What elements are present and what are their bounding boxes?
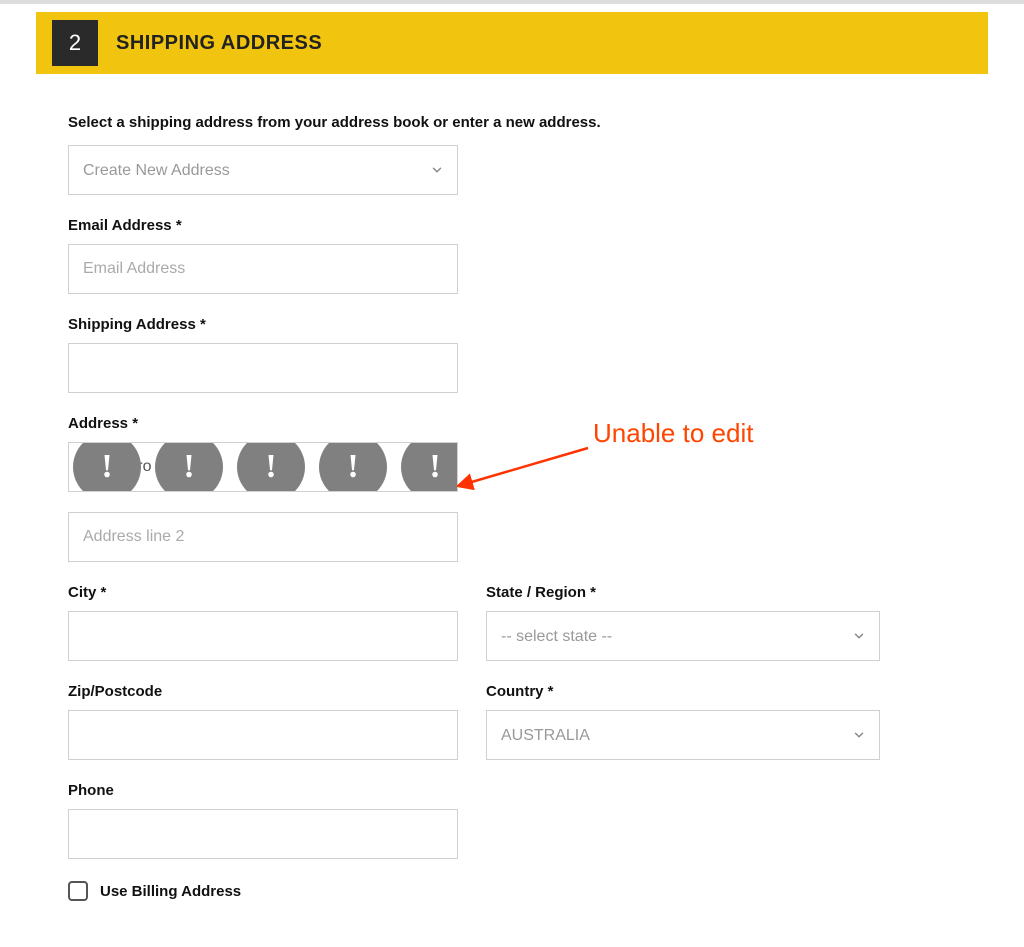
- country-select[interactable]: AUSTRALIA: [486, 710, 880, 760]
- warning-bubble-icon: !: [319, 442, 387, 492]
- city-field[interactable]: [68, 611, 458, 661]
- phone-group: Phone: [68, 782, 956, 859]
- address-line2-field[interactable]: [68, 512, 458, 562]
- use-billing-label: Use Billing Address: [100, 883, 241, 900]
- warning-bubble-icon: !: [237, 442, 305, 492]
- warning-bubbles: ! ! ! ! ! !: [73, 442, 458, 492]
- city-label: City *: [68, 584, 458, 601]
- zip-field[interactable]: [68, 710, 458, 760]
- shipping-address-field[interactable]: [68, 343, 458, 393]
- warning-bubble-icon: !: [401, 442, 458, 492]
- use-billing-row: Use Billing Address: [68, 881, 956, 901]
- address-group: Address * Se ng yro ! ! ! ! ! !: [68, 415, 956, 562]
- zip-label: Zip/Postcode: [68, 683, 458, 700]
- address-book-select[interactable]: Create New Address: [68, 145, 458, 195]
- state-select[interactable]: -- select state --: [486, 611, 880, 661]
- email-field[interactable]: [68, 244, 458, 294]
- use-billing-checkbox[interactable]: [68, 881, 88, 901]
- step-number-badge: 2: [52, 20, 98, 66]
- form-instruction: Select a shipping address from your addr…: [68, 114, 956, 131]
- annotation-text: Unable to edit: [593, 418, 753, 449]
- top-divider: [0, 0, 1024, 4]
- phone-label: Phone: [68, 782, 956, 799]
- shipping-form: Select a shipping address from your addr…: [0, 74, 1024, 931]
- zip-group: Zip/Postcode: [68, 683, 458, 760]
- section-title: SHIPPING ADDRESS: [116, 32, 322, 55]
- phone-field[interactable]: [68, 809, 458, 859]
- shipping-address-group: Shipping Address *: [68, 316, 956, 393]
- city-group: City *: [68, 584, 458, 661]
- address-book-group: Create New Address: [68, 145, 956, 195]
- email-label: Email Address *: [68, 217, 956, 234]
- warning-bubble-icon: !: [155, 442, 223, 492]
- warning-bubble-icon: !: [73, 442, 141, 492]
- state-label: State / Region *: [486, 584, 880, 601]
- address-label: Address *: [68, 415, 956, 432]
- country-group: Country * AUSTRALIA: [486, 683, 880, 760]
- shipping-address-label: Shipping Address *: [68, 316, 956, 333]
- email-group: Email Address *: [68, 217, 956, 294]
- address-line1-field[interactable]: Se ng yro ! ! ! ! ! !: [68, 442, 458, 492]
- section-header: 2 SHIPPING ADDRESS: [36, 12, 988, 74]
- country-label: Country *: [486, 683, 880, 700]
- state-group: State / Region * -- select state --: [486, 584, 880, 661]
